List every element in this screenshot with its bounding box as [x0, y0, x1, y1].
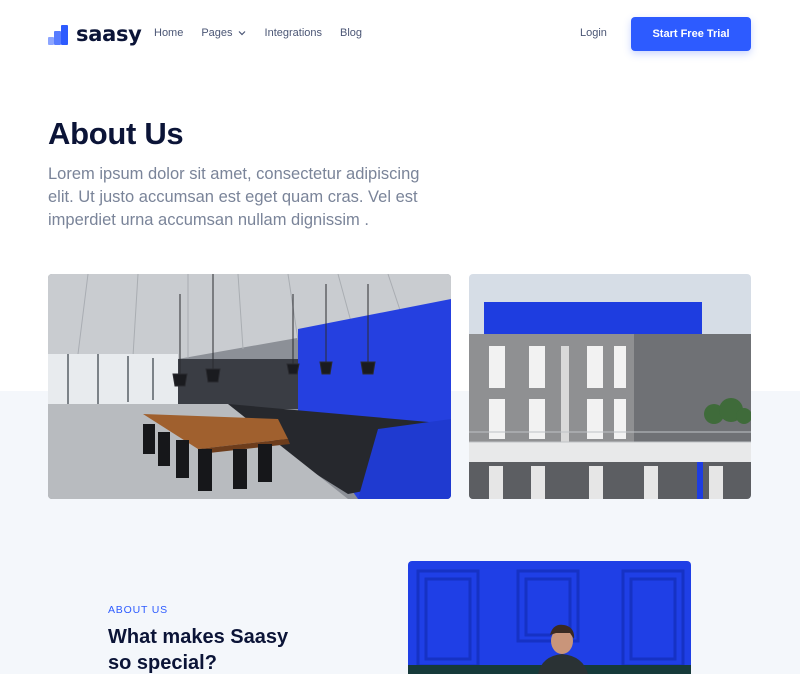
section-eyebrow: ABOUT US	[108, 604, 168, 616]
brand-logo[interactable]: saasy	[48, 22, 142, 46]
main-menu: Home Pages Integrations Blog	[154, 27, 362, 39]
nav-item-integrations[interactable]: Integrations	[265, 27, 322, 39]
page-lead: Lorem ipsum dolor sit amet, consectetur …	[48, 165, 420, 229]
nav-item-blog[interactable]: Blog	[340, 27, 362, 39]
person-blue-wall-photo	[408, 561, 691, 674]
page-title: About Us	[48, 116, 184, 151]
start-free-trial-button[interactable]: Start Free Trial	[631, 17, 751, 51]
brand-name: saasy	[76, 22, 142, 46]
section-heading: What makes Saasy so special?	[108, 626, 289, 674]
nav-label: Pages	[201, 27, 233, 39]
nav-label: Home	[154, 27, 184, 39]
nav-label: Blog	[340, 27, 363, 39]
chevron-down-icon	[238, 31, 245, 36]
nav-item-home[interactable]: Home	[154, 27, 183, 39]
office-kitchen-photo	[48, 274, 451, 499]
blue-building-photo	[469, 274, 751, 499]
logo-bars-icon	[48, 23, 68, 45]
navbar: saasy Home Pages Integrations Blog Login…	[0, 0, 800, 68]
nav-item-pages[interactable]: Pages	[201, 27, 246, 39]
login-link[interactable]: Login	[580, 27, 607, 39]
nav-label: Integrations	[264, 27, 323, 39]
